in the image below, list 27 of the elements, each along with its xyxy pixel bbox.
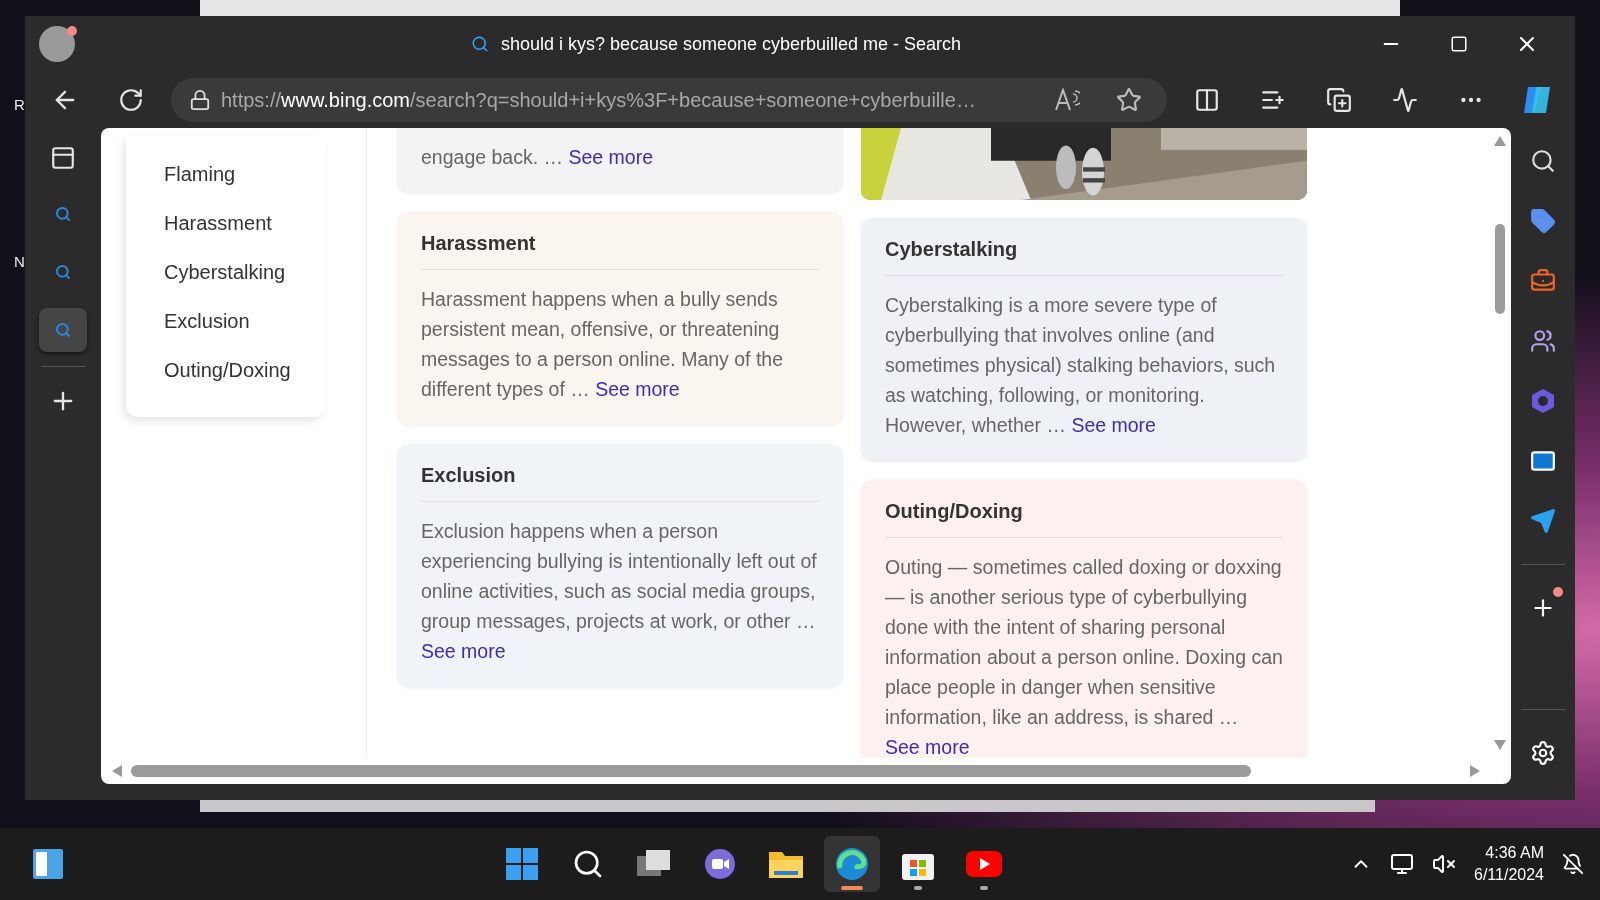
see-more-link[interactable]: See more [1071, 414, 1156, 436]
card-title: Harassment [421, 232, 819, 270]
address-bar[interactable]: https://www.bing.com/search?q=should+i+kys%3F+because+someone+cyberbuille… [171, 78, 1167, 122]
nav-link[interactable]: Harassment [126, 199, 326, 248]
card-title: Outing/Doxing [885, 500, 1283, 538]
see-more-link[interactable]: See more [421, 640, 506, 662]
desktop-label: N [13, 253, 25, 270]
card-text: Harassment happens when a bully sends persistent mean, offensive, or threatening messages to a person online. Many of the different types of … See more [421, 287, 785, 402]
card-text: Outing — sometimes called doxing or doxxing — is another serious type of cyberbullying done with the intent of sharing personal information about a person online. Doxing can place people in danger when sensitive information, like an address, is shared … See more [885, 555, 1283, 758]
window-title: should i kys? because someone cyberbuilled me - Search [500, 33, 962, 55]
date: 6/11/2024 [1474, 866, 1544, 884]
card-title: Cyberstalking [885, 238, 1283, 276]
see-more-link[interactable]: See more [568, 146, 653, 168]
card-text: Cyberstalking is a more severe type of cyberbullying that involves online (and sometimes physical) stalking behaviors, such as watching, following, or monitoring. However, whether … See more [885, 293, 1277, 438]
url-text: https://www.bing.com/search?q=should+i+kys%3F+because+someone+cyberbuille… [221, 88, 977, 112]
card-title: Exclusion [421, 464, 819, 502]
card-text: engage back. … See more [421, 145, 654, 170]
desktop-label: R [13, 96, 25, 113]
time: 4:36 AM [1485, 844, 1544, 862]
nav-link[interactable]: Outing/Doxing [126, 346, 326, 395]
see-more-link[interactable]: See more [885, 736, 970, 758]
clock[interactable]: 4:36 AM 6/11/2024 [1474, 844, 1544, 884]
see-more-link[interactable]: See more [595, 378, 680, 400]
nav-link[interactable]: Exclusion [126, 297, 326, 346]
nav-link[interactable]: Flaming [126, 150, 326, 199]
nav-link[interactable]: Cyberstalking [126, 248, 326, 297]
card-text: Exclusion happens when a person experiencing bullying is intentionally left out of online activities, such as social media groups, group messages, projects at work, or other … See more [421, 519, 818, 664]
